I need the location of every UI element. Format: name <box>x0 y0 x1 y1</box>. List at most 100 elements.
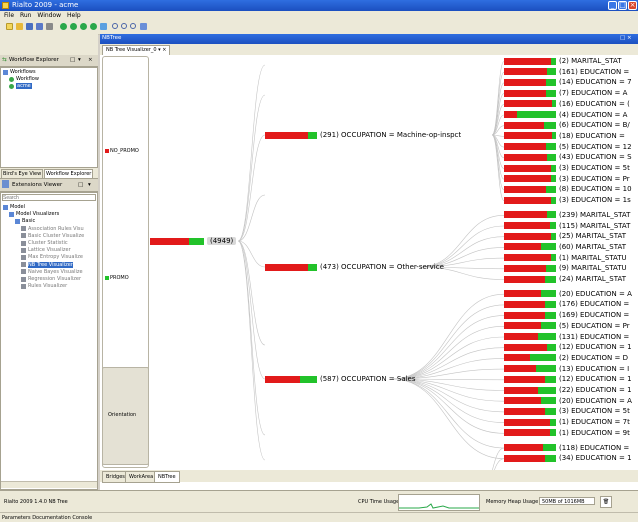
horizontal-scrollbar[interactable] <box>1 481 97 488</box>
zoom-fit-icon[interactable] <box>130 23 136 29</box>
leaf-node[interactable]: (34) EDUCATION = 1 <box>504 454 632 463</box>
tab-birds-eye-view[interactable]: Bird's Eye View <box>1 169 44 179</box>
view-menu-extensions-icon[interactable]: ▾ <box>88 182 91 188</box>
zoom-out-icon[interactable] <box>121 23 127 29</box>
menu-help[interactable]: Help <box>67 11 81 20</box>
tree-acme[interactable]: acme <box>16 83 32 89</box>
leaf-node[interactable]: (7) EDUCATION = A <box>504 89 627 98</box>
menu-window[interactable]: Window <box>37 11 61 20</box>
gc-button[interactable]: 🗑 <box>600 496 612 508</box>
leaf-node[interactable]: (3) EDUCATION = 5t <box>504 164 630 173</box>
leaf-node[interactable]: (20) EDUCATION = A <box>504 397 632 406</box>
leaf-node[interactable]: (115) MARITAL_STAT <box>504 222 630 231</box>
leaf-node[interactable]: (12) EDUCATION = 1 <box>504 375 632 384</box>
leaf-node[interactable]: (3) EDUCATION = 1s <box>504 196 631 205</box>
stop-icon[interactable] <box>70 23 77 30</box>
leaf-node[interactable]: (60) MARITAL_STAT <box>504 243 626 252</box>
menu-file[interactable]: File <box>4 11 14 20</box>
leaf-node[interactable]: (2) EDUCATION = D <box>504 354 628 363</box>
open-icon[interactable] <box>16 23 23 30</box>
leaf-node[interactable]: (14) EDUCATION = 7 <box>504 78 632 87</box>
leaf-node[interactable]: (13) EDUCATION = I <box>504 365 629 374</box>
extension-tree-item[interactable]: Naive Bayes Visualize <box>28 269 83 275</box>
leaf-node[interactable]: (131) EDUCATION = <box>504 333 629 342</box>
leaf-node[interactable]: (1) EDUCATION = 9t <box>504 429 630 438</box>
record-icon[interactable] <box>90 23 97 30</box>
refresh-icon[interactable] <box>140 23 147 30</box>
leaf-node[interactable]: (2) MARITAL_STAT <box>504 57 622 66</box>
leaf-node[interactable]: (43) EDUCATION = S <box>504 153 632 162</box>
extension-tree-item[interactable]: Basic <box>22 218 35 224</box>
print-icon[interactable] <box>46 23 53 30</box>
leaf-node[interactable]: (16) EDUCATION = ( <box>504 100 630 109</box>
minimize-view-icon[interactable]: □ <box>70 57 75 63</box>
leaf-node[interactable]: (161) EDUCATION = <box>504 68 629 77</box>
leaf-node[interactable]: (176) EDUCATION = <box>504 300 629 309</box>
minimize-extensions-icon[interactable]: □ <box>78 182 83 188</box>
restore-icon[interactable]: □ × <box>620 35 632 41</box>
tab-nbtree-top[interactable]: NBTree <box>102 35 121 41</box>
occupation-node[interactable]: (291) OCCUPATION = Machine-op-inspct <box>265 131 461 140</box>
leaf-node[interactable]: (24) MARITAL_STAT <box>504 275 626 284</box>
leaf-node[interactable]: (3) EDUCATION = 5t <box>504 407 630 416</box>
extension-tree-item[interactable]: Basic Cluster Visualize <box>28 233 84 239</box>
maximize-button[interactable]: □ <box>618 1 627 10</box>
occupation-node-label: (473) OCCUPATION = Other-service <box>320 263 444 271</box>
leaf-node[interactable]: (1) EDUCATION = 7t <box>504 418 630 427</box>
view-menu-icon[interactable]: ▾ <box>78 57 81 63</box>
extension-tree-item[interactable]: Association Rules Visu <box>28 226 84 232</box>
extension-tree-item[interactable]: Rules Visualizer <box>28 283 67 289</box>
leaf-node[interactable]: (5) EDUCATION = Pr <box>504 322 630 331</box>
root-node[interactable]: (4949) <box>150 237 237 246</box>
leaf-node-bar <box>504 300 556 308</box>
leaf-node[interactable]: (25) MARITAL_STAT <box>504 232 626 241</box>
leaf-node-label: (12) EDUCATION = 1 <box>559 343 632 352</box>
step-icon[interactable] <box>80 23 87 30</box>
tree-workflows[interactable]: Workflows <box>10 69 36 75</box>
leaf-node[interactable]: (5) EDUCATION = 12 <box>504 143 632 152</box>
close-button[interactable]: × <box>628 1 637 10</box>
minimize-button[interactable]: _ <box>608 1 617 10</box>
zoom-in-icon[interactable] <box>112 23 118 29</box>
leaf-node[interactable]: (6) EDUCATION = B/ <box>504 121 630 130</box>
tab-workflow-explorer[interactable]: Workflow Explorer <box>44 169 94 178</box>
tree-workflow[interactable]: Workflow <box>16 76 39 82</box>
extension-tree-item[interactable]: Lattice Visualizer <box>28 247 71 253</box>
leaf-node[interactable]: (18) EDUCATION = <box>504 132 625 141</box>
leaf-node[interactable]: (3) EDUCATION = Pr <box>504 175 630 184</box>
occupation-node[interactable]: (473) OCCUPATION = Other-service <box>265 263 444 272</box>
tab-workarea[interactable]: WorkArea <box>125 471 158 483</box>
extension-item-icon <box>21 269 26 275</box>
nb-tree-canvas[interactable]: NO_PROMO PROMO Orientation (4949) (291) O… <box>100 55 638 470</box>
close-view-icon[interactable]: × <box>88 57 93 63</box>
extension-tree-item[interactable]: Model <box>10 204 25 210</box>
leaf-node[interactable]: (1) MARITAL_STATU <box>504 254 627 263</box>
leaf-node[interactable]: (118) EDUCATION = <box>504 444 629 453</box>
leaf-node-label: (34) EDUCATION = 1 <box>559 454 632 463</box>
tab-nb-tree-visualizer[interactable]: NB Tree Visualizer_0 ▾ × <box>102 45 171 55</box>
leaf-node[interactable]: (8) EDUCATION = 10 <box>504 185 632 194</box>
extension-tree-item[interactable]: Max Entropy Visualize <box>28 254 83 260</box>
orientation-panel[interactable]: Orientation <box>102 367 149 465</box>
leaf-node[interactable]: (4) EDUCATION = A <box>504 111 627 120</box>
extension-tree-item[interactable]: NB Tree Visualizer <box>28 261 73 268</box>
save-as-icon[interactable] <box>36 23 43 30</box>
leaf-node[interactable]: (20) EDUCATION = A <box>504 290 632 299</box>
leaf-node[interactable]: (22) EDUCATION = 1 <box>504 386 632 395</box>
leaf-node[interactable]: (239) MARITAL_STAT <box>504 211 630 220</box>
leaf-node[interactable]: (169) EDUCATION = <box>504 311 629 320</box>
extension-tree-item[interactable]: Model Visualizers <box>16 211 59 217</box>
leaf-node[interactable]: (9) MARITAL_STATU <box>504 264 627 273</box>
search-input[interactable] <box>2 194 96 201</box>
occupation-node[interactable]: (587) OCCUPATION = Sales <box>265 375 416 384</box>
leaf-node[interactable]: (12) EDUCATION = 1 <box>504 343 632 352</box>
extension-tree-item[interactable]: Cluster Statistic <box>28 240 68 246</box>
menu-run[interactable]: Run <box>20 11 32 20</box>
tab-nbtree[interactable]: NBTree <box>154 471 180 483</box>
new-icon[interactable] <box>6 23 13 30</box>
parameters-tabs[interactable]: Parameters Documentation Console <box>2 515 92 521</box>
extension-tree-item[interactable]: Regression Visualizer <box>28 276 81 282</box>
pause-icon[interactable] <box>100 23 107 30</box>
run-icon[interactable] <box>60 23 67 30</box>
save-icon[interactable] <box>26 23 33 30</box>
